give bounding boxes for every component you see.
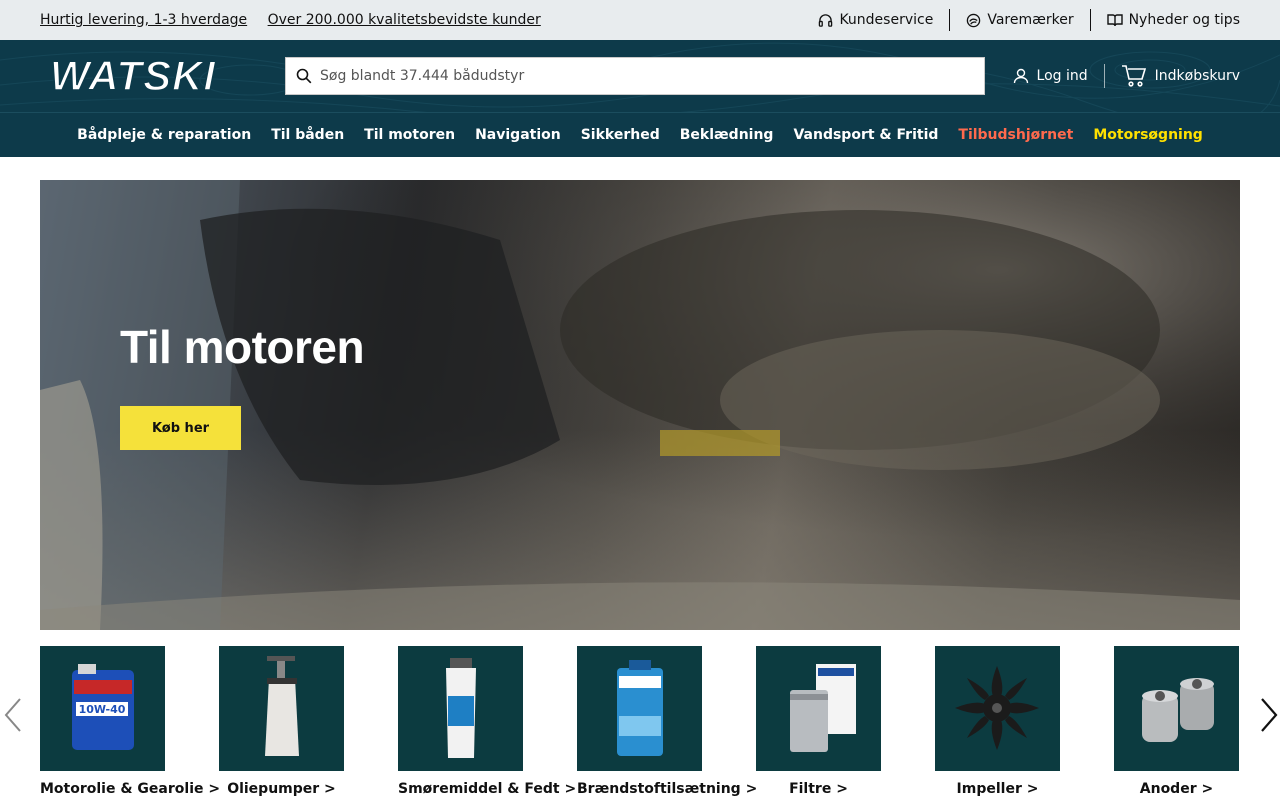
news-label: Nyheder og tips	[1128, 12, 1240, 28]
impeller-icon	[955, 666, 1039, 750]
book-icon	[1106, 14, 1123, 27]
category-tile	[1114, 646, 1239, 771]
user-icon	[1013, 68, 1028, 84]
category-label: Motorolie & Gearolie >	[40, 781, 221, 797]
grease-tube-icon	[446, 658, 476, 758]
nav-item-for-boat[interactable]: Til båden	[271, 127, 344, 143]
nav-item-clothing[interactable]: Beklædning	[680, 127, 774, 143]
filter-icon	[790, 664, 856, 752]
header-actions: Log ind Indkøbskurv	[1013, 64, 1240, 88]
category-label: Brændstoftilsætning >	[577, 781, 758, 797]
category-card-filters[interactable]: Filtre >	[756, 646, 881, 797]
nav-item-watersports[interactable]: Vandsport & Fritid	[793, 127, 938, 143]
category-card-fuel-additive[interactable]: Brændstoftilsætning >	[577, 646, 758, 797]
hero-banner[interactable]: Til motoren Køb her	[40, 180, 1240, 630]
news-link[interactable]: Nyheder og tips	[1091, 12, 1240, 28]
divider	[1103, 64, 1105, 88]
login-button[interactable]: Log ind	[1013, 68, 1088, 84]
svg-text:10W-40: 10W-40	[79, 703, 126, 716]
oil-bottle-icon: 10W-40	[72, 664, 134, 750]
category-nav: Bådpleje & reparation Til båden Til moto…	[0, 112, 1280, 157]
search-bar[interactable]	[285, 57, 985, 95]
top-info-bar: Hurtig levering, 1-3 hverdage Over 200.0…	[0, 0, 1280, 40]
search-input[interactable]	[320, 68, 974, 84]
tag-icon	[967, 13, 981, 27]
oil-pump-icon	[265, 656, 299, 756]
category-carousel: 10W-40 Motorolie & Gearolie > Oliepumper…	[40, 646, 1240, 806]
category-tile	[577, 646, 702, 771]
nav-item-safety[interactable]: Sikkerhed	[581, 127, 660, 143]
category-label: Impeller >	[956, 781, 1039, 797]
cart-label: Indkøbskurv	[1154, 68, 1240, 84]
category-card-motor-oil[interactable]: 10W-40 Motorolie & Gearolie >	[40, 646, 221, 797]
category-label: Smøremiddel & Fedt >	[398, 781, 577, 797]
brands-label: Varemærker	[987, 12, 1074, 28]
category-card-anodes[interactable]: Anoder >	[1114, 646, 1239, 797]
category-card-oil-pumps[interactable]: Oliepumper >	[219, 646, 344, 797]
customer-service-link[interactable]: Kundeservice	[802, 12, 949, 28]
category-card-grease[interactable]: Smøremiddel & Fedt >	[398, 646, 577, 797]
nav-item-boat-care[interactable]: Bådpleje & reparation	[77, 127, 251, 143]
nav-item-offers[interactable]: Tilbudshjørnet	[958, 127, 1073, 143]
customer-service-label: Kundeservice	[839, 12, 934, 28]
topbar-usp-links: Hurtig levering, 1-3 hverdage Over 200.0…	[40, 12, 557, 28]
cart-icon	[1121, 65, 1146, 87]
headset-icon	[819, 13, 833, 27]
customers-link[interactable]: Over 200.000 kvalitetsbevidste kunder	[268, 12, 541, 28]
watski-logo[interactable]: WATSKI	[40, 54, 226, 98]
nav-item-motor-search[interactable]: Motorsøgning	[1093, 127, 1203, 143]
brands-link[interactable]: Varemærker	[950, 12, 1089, 28]
cart-button[interactable]: Indkøbskurv	[1121, 64, 1240, 88]
carousel-prev-icon[interactable]	[2, 697, 26, 733]
hero-photo	[40, 180, 1240, 630]
category-tile	[398, 646, 523, 771]
category-label: Filtre >	[789, 781, 848, 797]
hero-title: Til motoren	[120, 321, 365, 373]
shop-now-button[interactable]: Køb her	[120, 406, 241, 450]
category-label: Oliepumper >	[227, 781, 336, 797]
delivery-link[interactable]: Hurtig levering, 1-3 hverdage	[40, 12, 247, 28]
category-tile: 10W-40	[40, 646, 165, 771]
search-icon	[296, 68, 312, 84]
svg-text:WATSKI: WATSKI	[50, 54, 217, 98]
nav-item-for-engine[interactable]: Til motoren	[364, 127, 455, 143]
category-card-impeller[interactable]: Impeller >	[935, 646, 1060, 797]
anode-icon	[1142, 678, 1214, 742]
fuel-additive-icon	[617, 660, 663, 756]
category-label: Anoder >	[1139, 781, 1214, 797]
nav-item-navigation[interactable]: Navigation	[475, 127, 561, 143]
carousel-next-icon[interactable]	[1256, 697, 1280, 733]
login-label: Log ind	[1036, 68, 1088, 84]
main-header: WATSKI Log ind Indkøbskurv	[0, 40, 1280, 112]
topbar-service-links: Kundeservice Varemærker Nyheder og tips	[802, 9, 1240, 31]
category-tile	[219, 646, 344, 771]
category-tile	[935, 646, 1060, 771]
category-tile	[756, 646, 881, 771]
